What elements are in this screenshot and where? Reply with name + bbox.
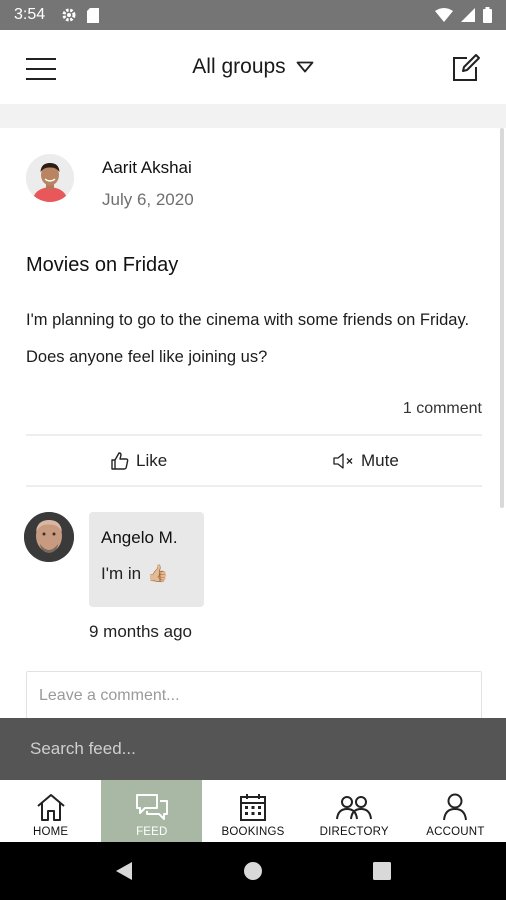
calendar-icon [240,794,266,821]
nav-item-directory[interactable]: DIRECTORY [304,780,405,842]
group-selector-label: All groups [192,55,286,78]
home-circle-icon[interactable] [243,861,263,881]
status-bar: 3:54 [0,0,506,30]
comment-input[interactable] [26,671,482,721]
person-icon [443,793,468,821]
author-avatar[interactable] [26,154,74,202]
nav-label-home: HOME [32,826,69,838]
nav-item-home[interactable]: HOME [0,780,101,842]
home-icon [36,794,65,821]
mute-label: Mute [361,451,399,470]
like-label: Like [136,451,168,470]
signal-icon [461,8,475,22]
people-icon [336,796,373,820]
menu-icon[interactable] [26,58,56,80]
thumbs-up-icon [111,452,129,470]
group-selector[interactable]: All groups [192,55,314,79]
header-gap [0,104,506,128]
dropdown-triangle-icon [296,61,314,73]
feed-icon [135,794,168,820]
system-nav-bar [0,842,506,900]
recents-icon[interactable] [373,862,391,880]
post-title: Movies on Friday [26,254,179,276]
comment-author[interactable]: Angelo M. [101,528,192,548]
wifi-icon [435,8,453,22]
nav-label-directory: DIRECTORY [319,826,389,838]
nav-item-account[interactable]: ACCOUNT [405,780,506,842]
nav-label-feed: FEED [136,826,168,838]
app-bar: All groups [0,30,506,104]
thumbs-up-emoji-icon: 👍🏼 [147,564,169,583]
divider [26,485,482,487]
nav-item-bookings[interactable]: BOOKINGS [202,780,303,842]
nav-label-account: ACCOUNT [426,826,485,838]
search-bar [0,718,506,780]
battery-icon [483,7,492,23]
status-time: 3:54 [14,6,46,23]
comment-bubble: Angelo M. I'm in 👍🏼 [89,512,204,607]
comment-text-body: I'm in [101,564,142,583]
mute-icon [333,453,353,469]
comment-time: 9 months ago [89,622,193,641]
nav-item-feed[interactable]: FEED [101,780,203,842]
post-card: Aarit Akshai July 6, 2020 Movies on Frid… [0,128,506,721]
commenter-avatar[interactable] [24,512,74,562]
compose-icon[interactable] [450,52,482,84]
like-button[interactable]: Like [110,451,167,471]
comment-count[interactable]: 1 comment [403,400,482,418]
sd-card-icon [87,7,100,23]
post-date: July 6, 2020 [102,190,194,209]
divider [26,434,482,436]
mute-button[interactable]: Mute [333,451,399,471]
nav-label-bookings: BOOKINGS [221,826,285,838]
search-input[interactable] [30,739,476,759]
post-author-name[interactable]: Aarit Akshai [102,158,192,178]
scrollbar[interactable] [500,128,504,508]
comment-text: I'm in 👍🏼 [101,564,192,584]
settings-icon [62,8,76,22]
back-icon[interactable] [115,861,133,881]
post-body: I'm planning to go to the cinema with so… [26,311,470,366]
bottom-nav: HOME FEED BOOKINGS DIRECTORY ACCOUNT [0,780,506,842]
